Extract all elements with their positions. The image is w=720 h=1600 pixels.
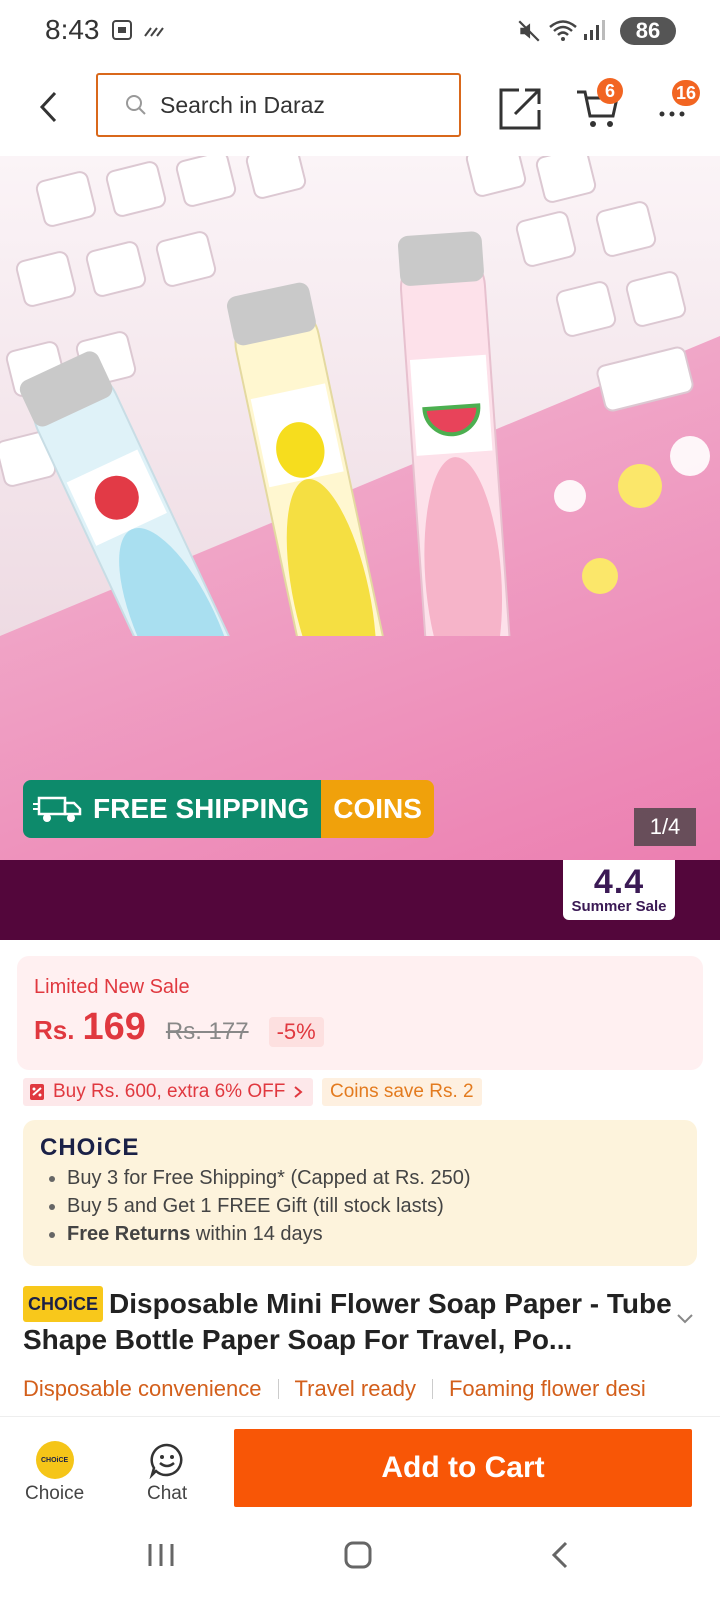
screenshot-icon bbox=[112, 20, 132, 40]
status-bar: 8:43 86 bbox=[0, 0, 720, 62]
system-nav-bar bbox=[0, 1518, 720, 1600]
cart-count-badge: 6 bbox=[597, 78, 623, 104]
top-header: Search in Daraz 6 16 bbox=[0, 62, 720, 156]
choice-logo-c: C bbox=[40, 1134, 59, 1161]
voucher-icon bbox=[30, 1084, 44, 1100]
more-count-badge: 16 bbox=[672, 80, 700, 106]
benefit-item: Buy 3 for Free Shipping* (Capped at Rs. … bbox=[67, 1164, 471, 1192]
search-input[interactable]: Search in Daraz bbox=[96, 73, 461, 137]
price-row: Rs. 169 Rs. 177 -5% bbox=[34, 1006, 324, 1049]
coins-label: COINS bbox=[321, 780, 434, 838]
choice-logo-rest: HOiCE bbox=[58, 1134, 140, 1161]
divider bbox=[277, 1379, 279, 1399]
home-icon[interactable] bbox=[343, 1540, 373, 1570]
voucher-tag[interactable]: Buy Rs. 600, extra 6% OFF bbox=[23, 1078, 314, 1106]
product-photo bbox=[0, 156, 720, 636]
add-to-cart-button[interactable]: Add to Cart bbox=[234, 1429, 692, 1507]
product-highlights: Disposable convenience Travel ready Foam… bbox=[23, 1372, 720, 1406]
wifi-icon bbox=[549, 20, 577, 41]
summer-sale-badge: 4.4 Summer Sale bbox=[563, 860, 675, 920]
voucher-text: Buy Rs. 600, extra 6% OFF bbox=[53, 1081, 286, 1102]
image-counter: 1/4 bbox=[634, 808, 696, 846]
share-icon bbox=[499, 88, 541, 130]
free-shipping-label: FREE SHIPPING bbox=[93, 793, 310, 824]
original-price: Rs. 177 bbox=[165, 1018, 249, 1045]
choice-icon-text: CHOiCE bbox=[40, 1456, 69, 1464]
returns-rest: within 14 days bbox=[190, 1223, 323, 1245]
product-title-text: Disposable Mini Flower Soap Paper - Tube… bbox=[23, 1288, 672, 1355]
choice-icon: CHOiCE bbox=[35, 1441, 74, 1479]
chevron-right-icon bbox=[294, 1086, 303, 1098]
chat-icon bbox=[149, 1443, 183, 1479]
summer-sale-number: 4.4 bbox=[593, 863, 645, 901]
returns-bold: Free Returns bbox=[67, 1223, 191, 1245]
currency: Rs. bbox=[34, 1015, 75, 1045]
price-card: Limited New Sale Rs. 169 Rs. 177 -5% bbox=[17, 956, 703, 1070]
divider bbox=[431, 1379, 433, 1399]
coins-tag-text: Coins save Rs. 2 bbox=[330, 1081, 474, 1102]
mute-icon bbox=[518, 20, 540, 42]
product-image-gallery[interactable]: FREE SHIPPING COINS 1/4 bbox=[0, 156, 720, 860]
summer-sale-text: Summer Sale bbox=[571, 898, 667, 915]
choice-benefit-list: Buy 3 for Free Shipping* (Capped at Rs. … bbox=[47, 1164, 471, 1248]
choice-logo: CHOiCE bbox=[40, 1134, 139, 1162]
share-button[interactable] bbox=[497, 86, 543, 132]
more-button[interactable]: 16 bbox=[656, 80, 700, 130]
chat-label: Chat bbox=[147, 1483, 188, 1504]
battery-icon: 86 bbox=[620, 17, 676, 45]
recent-apps-icon[interactable] bbox=[146, 1540, 176, 1570]
campaign-banner[interactable]: 4.4 Summer Sale bbox=[0, 860, 720, 940]
highlight-item: Travel ready bbox=[294, 1376, 416, 1401]
search-placeholder: Search in Daraz bbox=[160, 91, 325, 118]
choice-button[interactable]: CHOiCE Choice bbox=[25, 1441, 84, 1505]
free-shipping-banner: FREE SHIPPING COINS bbox=[23, 780, 434, 838]
highlight-item: Disposable convenience bbox=[23, 1376, 262, 1401]
choice-benefits-box[interactable]: CHOiCE Buy 3 for Free Shipping* (Capped … bbox=[23, 1120, 697, 1266]
bottom-action-bar: CHOiCE Choice Chat Add to Cart bbox=[0, 1416, 720, 1519]
status-time: 8:43 bbox=[45, 14, 100, 45]
free-shipping-part: FREE SHIPPING bbox=[23, 780, 322, 838]
back-button[interactable] bbox=[28, 82, 68, 132]
current-price: 169 bbox=[82, 1006, 146, 1048]
cell-signal-icon bbox=[584, 20, 605, 40]
coins-tag: Coins save Rs. 2 bbox=[322, 1078, 482, 1106]
benefit-item: Free Returns within 14 days bbox=[67, 1220, 471, 1248]
choice-label: Choice bbox=[25, 1483, 85, 1504]
highlight-item: Foaming flower desi bbox=[448, 1376, 646, 1401]
truck-icon bbox=[33, 796, 82, 822]
battery-level: 86 bbox=[635, 18, 661, 43]
benefit-item: Buy 5 and Get 1 FREE Gift (till stock la… bbox=[67, 1192, 471, 1220]
chevron-left-icon bbox=[39, 91, 57, 123]
back-nav-icon[interactable] bbox=[548, 1540, 572, 1570]
product-title: CHOiCE Disposable Mini Flower Soap Paper … bbox=[23, 1286, 673, 1358]
chevron-down-icon[interactable] bbox=[675, 1312, 695, 1326]
chat-button[interactable]: Chat bbox=[147, 1441, 187, 1505]
cart-button[interactable]: 6 bbox=[575, 78, 623, 130]
choice-tag: CHOiCE bbox=[23, 1286, 104, 1322]
search-icon bbox=[124, 93, 148, 117]
signal-dots-icon bbox=[144, 27, 164, 37]
discount-badge: -5% bbox=[268, 1017, 324, 1047]
sale-label: Limited New Sale bbox=[34, 976, 190, 998]
